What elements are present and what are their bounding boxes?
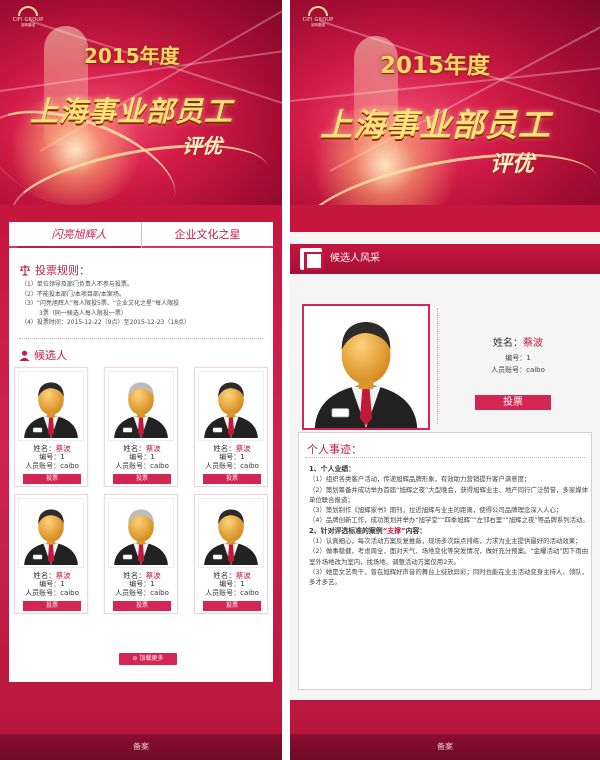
- deeds-section: 个人事迹： 1、个人业绩： （1）组织各类客户活动，传递旭辉品牌形象，有效助力营销…: [298, 432, 592, 690]
- link-icon: ⊘: [132, 655, 138, 662]
- candidate-card[interactable]: 姓名：蔡波 编号：1 人员账号：caibo 投票: [14, 494, 88, 614]
- main-title-right: 上海事业部员工: [320, 106, 552, 144]
- profile-section: 姓名：蔡波 编号：1 人员账号：caibo 投票: [290, 292, 600, 440]
- tab-culture-star[interactable]: 企业文化之星: [141, 222, 273, 248]
- deeds-subheading: 2、针对评选标准的案例“支撑”内容：: [309, 526, 427, 535]
- banner: CIFI GROUP 旭辉集团 2015年度 上海事业部员工 评优: [0, 0, 282, 205]
- tab-shining-employee[interactable]: 闪亮旭辉人: [17, 222, 141, 248]
- load-more-button[interactable]: ⊘ 加载更多: [119, 653, 177, 665]
- vote-button[interactable]: 投票: [203, 474, 261, 484]
- avatar-icon: [114, 382, 168, 438]
- left-screen: CIFI GROUP 旭辉集团 2015年度 上海事业部员工 评优 闪亮旭辉人 …: [0, 0, 282, 760]
- right-panel: 候选人风采 姓名：蔡波 编号：1 人员账号：caibo 投票 个人事迹： 1、个…: [290, 232, 600, 700]
- candidate-photo: [198, 371, 264, 441]
- vote-button[interactable]: 投票: [113, 474, 171, 484]
- candidate-photo: [18, 371, 84, 441]
- vote-button[interactable]: 投票: [113, 601, 171, 611]
- deeds-paragraph: （1）认真细心，每次活动方案反复推敲，现场多次踩点排练，力求为业主提供最好的活动…: [309, 537, 582, 546]
- left-panel: 闪亮旭辉人 企业文化之星 投票规则： （1）单位领导及部门负责人不参与投票。 （…: [9, 222, 273, 682]
- candidate-photo: [302, 304, 430, 430]
- profile-header: 候选人风采: [290, 244, 600, 274]
- sub-title-right: 评优: [490, 152, 535, 177]
- candidate-photo: [108, 498, 174, 568]
- candidate-card[interactable]: 姓名：蔡波 编号：1 人员账号：caibo 投票: [104, 494, 178, 614]
- candidate-card[interactable]: 姓名：蔡波 编号：1 人员账号：caibo 投票: [194, 494, 268, 614]
- deeds-paragraph: （1）组织各类客户活动，传递旭辉品牌形象，有效助力营销提升客户满意度；: [309, 475, 531, 484]
- candidate-card[interactable]: 姓名：蔡波 编号：1 人员账号：caibo 投票: [14, 367, 88, 487]
- scale-icon: [20, 265, 30, 276]
- rules-heading: 投票规则：: [19, 262, 90, 278]
- deeds-paragraph: （2）策划筹备并成功举办首届“旭辉之夜”大型晚会，获得旭辉业主、地产同行广泛赞誉…: [309, 485, 589, 504]
- candidate-card[interactable]: 姓名：蔡波 编号：1 人员账号：caibo 投票: [104, 367, 178, 487]
- brand-logo-right: CIFI GROUP 旭辉集团: [298, 6, 338, 27]
- vote-button[interactable]: 投票: [203, 601, 261, 611]
- avatar-icon: [24, 509, 78, 565]
- main-title: 上海事业部员工: [30, 95, 234, 128]
- footer-right: 备案: [290, 734, 600, 760]
- candidate-photo: [108, 371, 174, 441]
- vote-button[interactable]: 投票: [475, 395, 551, 410]
- deeds-subheading: 1、个人业绩：: [309, 465, 356, 473]
- candidate-card[interactable]: 姓名：蔡波 编号：1 人员账号：caibo 投票: [194, 367, 268, 487]
- deeds-paragraph: （2）做事稳健，考虑周全，面对天气、场地变化等突发情况，做好充分预案。“金耀活动…: [309, 547, 589, 566]
- profile-info: 姓名：蔡波 编号：1 人员账号：caibo: [491, 338, 545, 374]
- film-icon: [300, 248, 324, 270]
- right-screen: CIFI GROUP 旭辉集团 2015年度 上海事业部员工 评优 候选人风采 …: [290, 0, 600, 760]
- tab-bar: 闪亮旭辉人 企业文化之星: [9, 222, 273, 248]
- deeds-heading: 个人事迹：: [307, 443, 362, 456]
- deeds-paragraph: （3）策划制作《旭辉家书》期刊，拉近旭辉与业主的距离，使得公司品牌理念深入人心；: [309, 506, 563, 515]
- avatar-icon: [114, 509, 168, 565]
- avatar-icon: [204, 509, 258, 565]
- year-title-right: 2015年度: [380, 53, 491, 79]
- avatar-icon: [314, 321, 418, 428]
- candidates-heading: 候选人: [19, 347, 67, 363]
- candidate-photo: [198, 498, 264, 568]
- banner-right: CIFI GROUP 旭辉集团 2015年度 上海事业部员工 评优: [290, 0, 600, 205]
- avatar-icon: [24, 382, 78, 438]
- rules-text: （1）单位领导及部门负责人不参与投票。 （2）不能投本部门/本项目部/本案场。 …: [21, 281, 191, 327]
- avatar-icon: [204, 382, 258, 438]
- vote-button[interactable]: 投票: [23, 474, 81, 484]
- brand-logo: CIFI GROUP 旭辉集团: [8, 6, 48, 27]
- person-icon: [19, 350, 30, 361]
- candidate-photo: [18, 498, 84, 568]
- footer: 备案: [0, 734, 282, 760]
- year-title: 2015年度: [84, 44, 180, 68]
- deeds-body: 1、个人业绩： （1）组织各类客户活动，传递旭辉品牌形象，有效助力营销提升客户满意…: [309, 464, 589, 588]
- sub-title: 评优: [182, 134, 222, 158]
- deeds-paragraph: （3）她是文艺骨干，曾在旭辉好声音的舞台上绽放异彩；同时也能在业主活动变身主持人…: [309, 567, 588, 587]
- vote-button[interactable]: 投票: [23, 601, 81, 611]
- deeds-paragraph: （4）品牌创新工作，成功策划并举办“旭学堂”“四季旭辉”“左邻右里”“旭辉之夜”…: [309, 516, 589, 525]
